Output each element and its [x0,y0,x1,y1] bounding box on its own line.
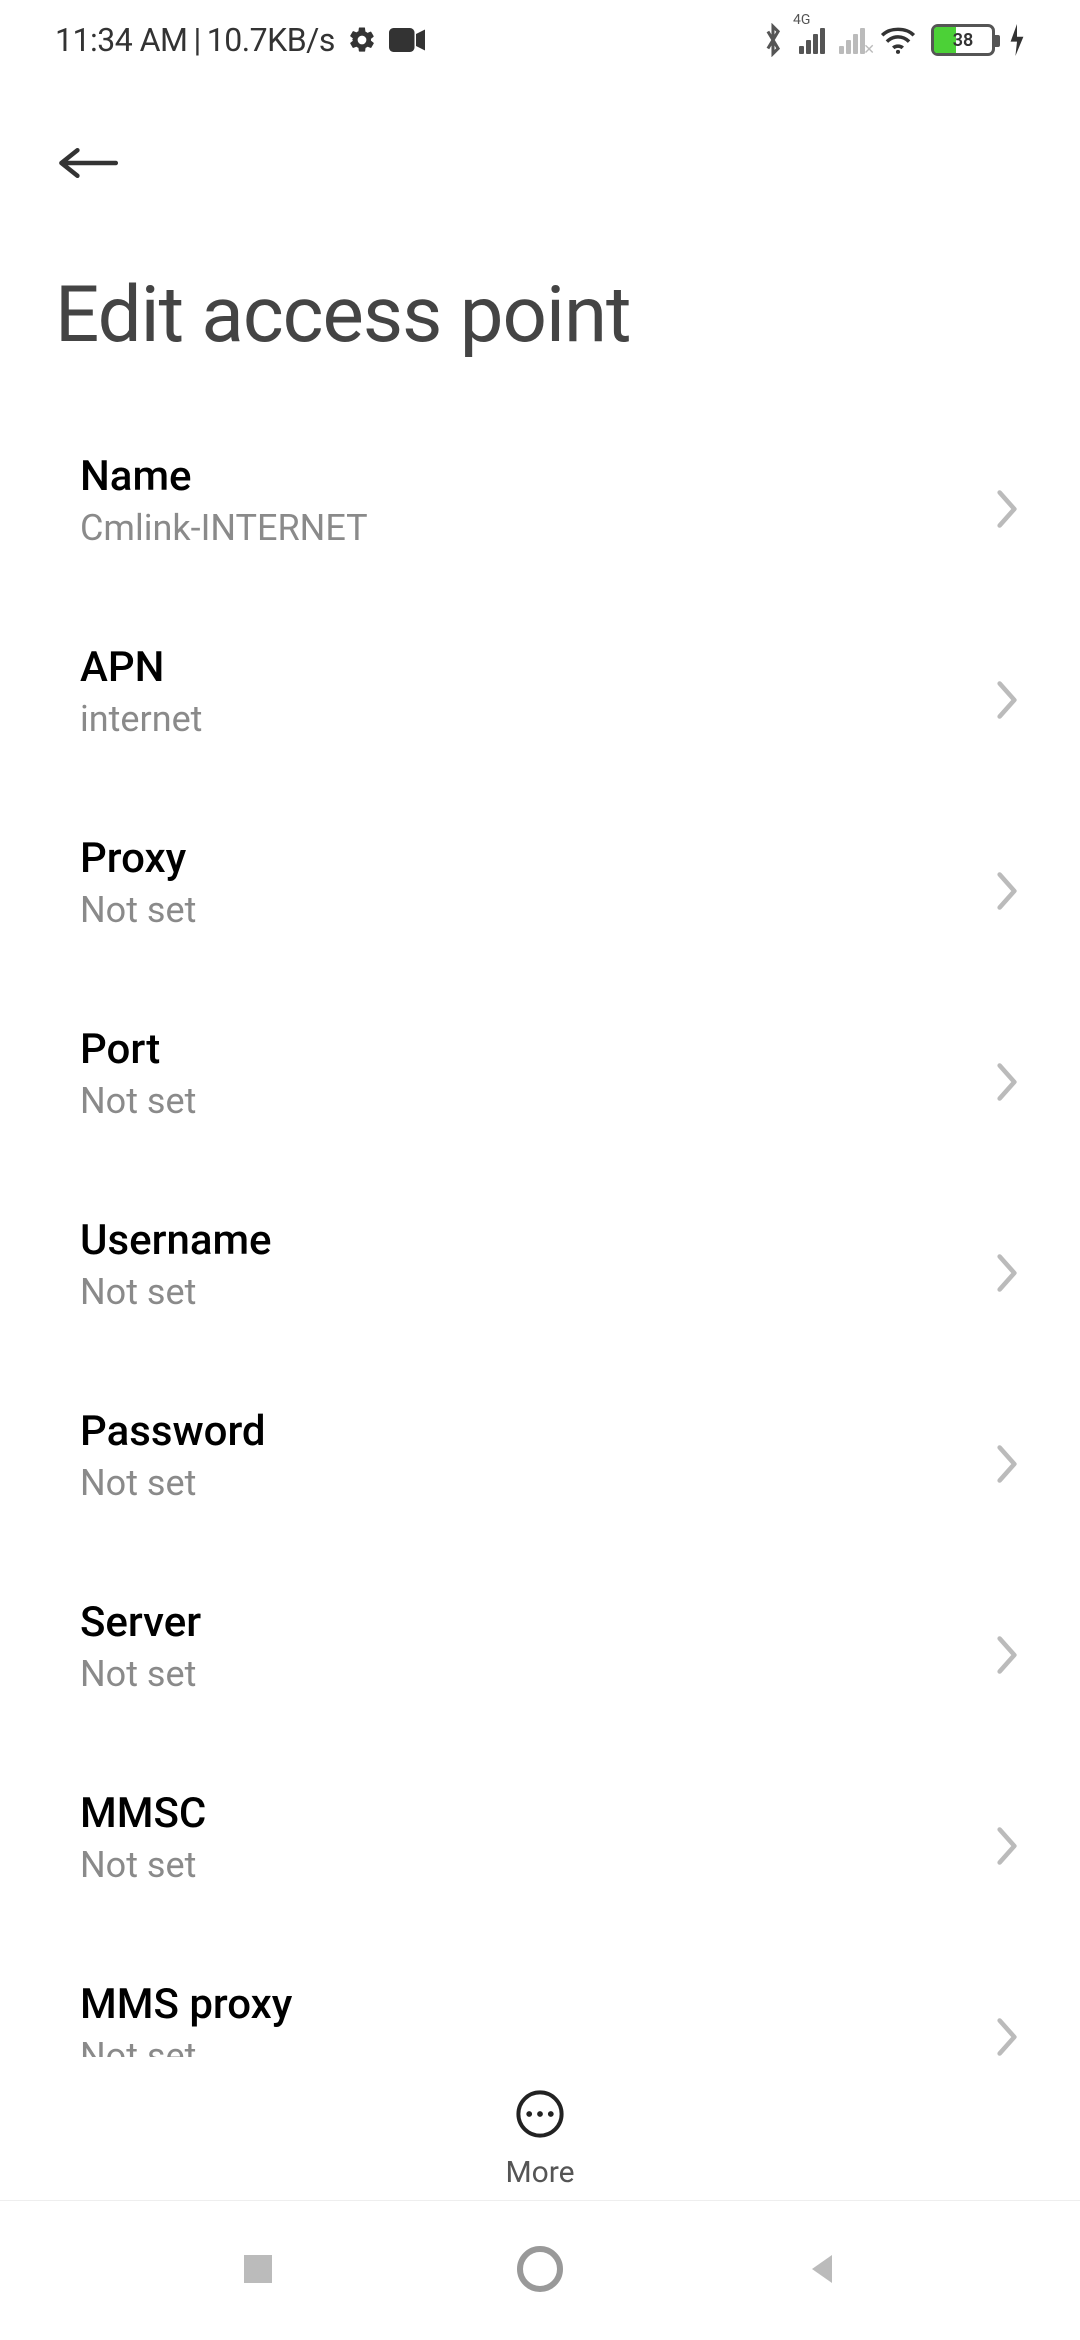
settings-gear-icon [347,25,377,55]
status-right: 4G ✕ 38 [761,23,1025,57]
chevron-right-icon [993,1442,1025,1474]
row-title: Password [80,1407,266,1456]
row-value: Not set [80,1271,272,1313]
row-title: Name [80,452,368,501]
row-mmsc[interactable]: MMSC Not set [0,1743,1080,1934]
row-value: Not set [80,1653,201,1695]
more-button[interactable]: More [0,2057,1080,2190]
row-value: Not set [80,889,196,931]
row-title: Server [80,1598,201,1647]
bluetooth-icon [761,23,785,57]
row-title: APN [80,643,202,692]
chevron-right-icon [993,1060,1025,1092]
battery-icon: 38 [931,24,995,56]
row-title: Username [80,1216,272,1265]
chevron-right-icon [993,678,1025,710]
row-value: Not set [80,1462,266,1504]
row-title: Port [80,1025,196,1074]
row-value: Cmlink-INTERNET [80,507,368,549]
android-nav-bar [0,2200,1080,2340]
status-time: 11:34 AM [55,21,187,59]
status-net-speed: 10.7KB/s [207,21,335,59]
page-title: Edit access point [55,215,1025,391]
row-port[interactable]: Port Not set [0,979,1080,1170]
camera-icon [389,27,425,53]
row-name[interactable]: Name Cmlink-INTERNET [0,406,1080,597]
nav-recent-icon[interactable] [238,2249,278,2293]
more-icon [513,2087,567,2145]
chevron-right-icon [993,2015,1025,2047]
chevron-right-icon [993,1824,1025,1856]
row-username[interactable]: Username Not set [0,1170,1080,1361]
row-apn[interactable]: APN internet [0,597,1080,788]
back-arrow-icon[interactable] [55,143,119,187]
status-separator: | [193,21,200,59]
wifi-icon [879,25,917,55]
chevron-right-icon [993,1251,1025,1283]
battery-percent: 38 [934,30,992,51]
row-title: Proxy [80,834,196,883]
status-bar: 11:34 AM | 10.7KB/s 4G ✕ 38 [0,0,1080,80]
row-server[interactable]: Server Not set [0,1552,1080,1743]
row-value: Not set [80,1080,196,1122]
nav-home-icon[interactable] [514,2243,566,2299]
page-header: Edit access point [0,80,1080,391]
charging-icon [1009,24,1025,56]
row-value: Not set [80,1844,206,1886]
settings-list: Name Cmlink-INTERNET APN internet Proxy … [0,391,1080,2125]
network-type-label: 4G [793,12,810,28]
chevron-right-icon [993,1633,1025,1665]
chevron-right-icon [993,487,1025,519]
status-left: 11:34 AM | 10.7KB/s [55,21,425,59]
chevron-right-icon [993,869,1025,901]
row-title: MMSC [80,1789,206,1838]
more-label: More [505,2155,574,2190]
signal-sim2: ✕ [839,26,865,54]
nav-back-icon[interactable] [802,2249,842,2293]
row-title: MMS proxy [80,1980,292,2029]
signal-sim1: 4G [799,26,825,54]
row-proxy[interactable]: Proxy Not set [0,788,1080,979]
row-password[interactable]: Password Not set [0,1361,1080,1552]
row-value: internet [80,698,202,740]
